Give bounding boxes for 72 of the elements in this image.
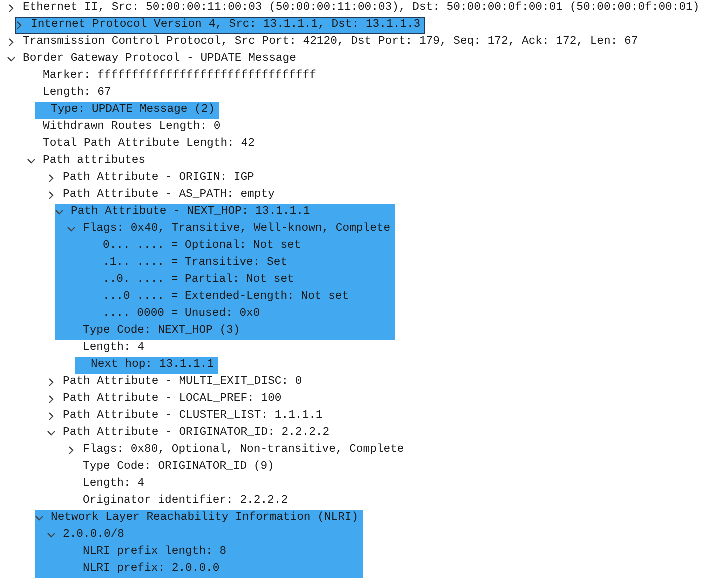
tree-item-text: Length: 67 (43, 86, 112, 101)
tree-row[interactable]: Type Code: NEXT_HOP (3) (55, 323, 395, 340)
tree-item-text: ..0. .... = Partial: Not set (103, 272, 294, 288)
tree-row[interactable]: Next hop: 13.1.1.1 (75, 357, 218, 374)
tree-row[interactable]: Path Attribute - ORIGINATOR_ID: 2.2.2.2 (0, 425, 334, 442)
tree-row[interactable]: Path attributes (0, 153, 150, 170)
tree-item-text: Path Attribute - NEXT_HOP: 13.1.1.1 (71, 204, 310, 220)
tree-item-text: Withdrawn Routes Length: 0 (43, 120, 221, 135)
tree-item-text: Type Code: ORIGINATOR_ID (9) (83, 460, 274, 475)
tree-row[interactable]: Originator identifier: 2.2.2.2 (0, 493, 292, 510)
tree-item-text: .... 0000 = Unused: 0x0 (103, 306, 260, 322)
tree-row[interactable]: Marker: ffffffffffffffffffffffffffffffff (0, 68, 320, 85)
chevron-right-icon[interactable] (47, 395, 56, 404)
tree-item-text: Length: 4 (83, 476, 145, 492)
tree-item-text: Length: 4 (83, 340, 145, 356)
tree-item-text: Path Attribute - ORIGINATOR_ID: 2.2.2.2 (63, 426, 330, 441)
tree-row[interactable]: Type Code: ORIGINATOR_ID (9) (0, 459, 278, 476)
tree-item-text: Flags: 0x40, Transitive, Well-known, Complete (83, 222, 391, 237)
chevron-right-icon[interactable] (47, 412, 56, 421)
tree-row[interactable]: Length: 67 (0, 85, 116, 102)
tree-row[interactable]: Path Attribute - LOCAL_PREF: 100 (0, 391, 286, 408)
tree-item-text: Type Code: NEXT_HOP (3) (83, 324, 240, 339)
tree-row[interactable]: NLRI prefix length: 8 (35, 544, 363, 561)
chevron-down-icon[interactable] (27, 157, 36, 166)
tree-item-text: Type: UPDATE Message (2) (51, 102, 216, 118)
tree-item-text: Path Attribute - ORIGIN: IGP (63, 170, 254, 186)
tree-item-text: Path Attribute - CLUSTER_LIST: 1.1.1.1 (63, 408, 323, 424)
tree-row[interactable]: Length: 4 (0, 476, 149, 493)
tree-item-text: Originator identifier: 2.2.2.2 (83, 494, 288, 509)
chevron-down-icon[interactable] (7, 55, 16, 64)
tree-item-text: Marker: ffffffffffffffffffffffffffffffff (43, 68, 316, 84)
chevron-right-icon[interactable] (67, 446, 76, 455)
tree-item-text: NLRI prefix: 2.0.0.0 (83, 562, 220, 577)
tree-row[interactable]: 0... .... = Optional: Not set (55, 238, 395, 255)
tree-item-text: Path Attribute - AS_PATH: empty (63, 188, 275, 203)
tree-item-text: ...0 .... = Extended-Length: Not set (103, 290, 350, 305)
tree-row[interactable]: NLRI prefix: 2.0.0.0 (35, 561, 363, 578)
tree-item-text: Total Path Attribute Length: 42 (43, 136, 255, 152)
chevron-down-icon[interactable] (47, 429, 56, 438)
tree-row[interactable]: Path Attribute - NEXT_HOP: 13.1.1.1 (55, 204, 395, 221)
tree-row[interactable]: .... 0000 = Unused: 0x0 (55, 306, 395, 323)
tree-item-text: Path Attribute - LOCAL_PREF: 100 (63, 392, 282, 407)
tree-item-text: Flags: 0x80, Optional, Non-transitive, Complete (83, 442, 404, 458)
tree-row[interactable]: Type: UPDATE Message (2) (35, 102, 220, 119)
chevron-right-icon[interactable] (7, 4, 16, 13)
tree-item-text: Next hop: 13.1.1.1 (91, 358, 214, 373)
chevron-right-icon[interactable] (47, 174, 56, 183)
tree-item-text: Path attributes (43, 154, 146, 169)
tree-item-text: NLRI prefix length: 8 (83, 544, 227, 560)
tree-row[interactable]: Length: 4 (0, 340, 149, 357)
tree-row[interactable]: Withdrawn Routes Length: 0 (0, 119, 225, 136)
tree-row[interactable]: Path Attribute - AS_PATH: empty (0, 187, 279, 204)
tree-row[interactable]: ...0 .... = Extended-Length: Not set (55, 289, 395, 306)
chevron-right-icon[interactable] (47, 191, 56, 200)
chevron-right-icon[interactable] (47, 378, 56, 387)
tree-item-text: 2.0.0.0/8 (63, 528, 125, 543)
tree-row[interactable]: Path Attribute - CLUSTER_LIST: 1.1.1.1 (0, 408, 327, 425)
tree-row[interactable]: Path Attribute - ORIGIN: IGP (0, 170, 258, 187)
tree-row[interactable]: Flags: 0x40, Transitive, Well-known, Complete (55, 221, 395, 238)
tree-item-text: Path Attribute - MULTI_EXIT_DISC: 0 (63, 374, 302, 390)
tree-row[interactable]: ..0. .... = Partial: Not set (55, 272, 395, 289)
tree-item-text: .1.. .... = Transitive: Set (103, 256, 288, 271)
tree-item-text: Border Gateway Protocol - UPDATE Message (23, 52, 296, 67)
tree-row[interactable]: Flags: 0x80, Optional, Non-transitive, Complete (0, 442, 408, 459)
tree-row[interactable]: Total Path Attribute Length: 42 (0, 136, 259, 153)
tree-row[interactable]: Border Gateway Protocol - UPDATE Message (0, 51, 300, 68)
tree-item-text: 0... .... = Optional: Not set (103, 238, 302, 254)
tree-row[interactable]: 2.0.0.0/8 (35, 527, 363, 544)
tree-row[interactable]: Path Attribute - MULTI_EXIT_DISC: 0 (0, 374, 306, 391)
tree-row[interactable]: .1.. .... = Transitive: Set (55, 255, 395, 272)
chevron-right-icon[interactable] (7, 38, 16, 47)
chevron-right-icon[interactable] (15, 21, 24, 30)
